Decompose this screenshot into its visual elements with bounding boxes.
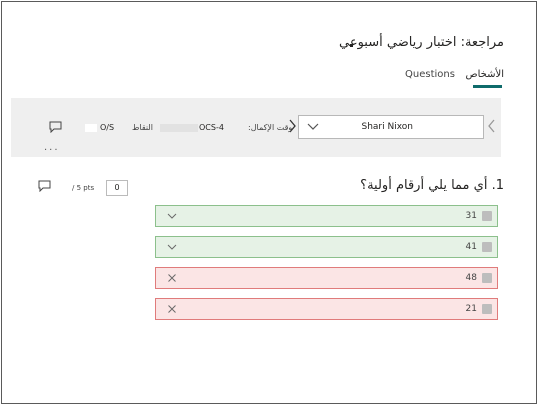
checkbox (482, 273, 492, 283)
x-icon (168, 305, 176, 313)
x-icon (168, 274, 176, 282)
checkbox (482, 304, 492, 314)
question-text: 1. أي مما يلي أرقام أولية؟ (360, 178, 504, 193)
checkbox (482, 242, 492, 252)
respondent-name: Shari Nixon (361, 122, 414, 132)
answer-option: 21 (155, 298, 498, 320)
score-label: النقاط (132, 123, 153, 132)
redacted-score (85, 124, 97, 132)
check-icon (167, 244, 177, 250)
chevron-left-icon (488, 119, 495, 133)
check-icon (167, 213, 177, 219)
redacted-value (160, 124, 198, 132)
answer-option: 41 (155, 236, 498, 258)
page-title: مراجعة: اختبار رياضي أسبوعي (338, 35, 504, 50)
app-frame (1, 1, 537, 404)
completion-time-value: OCS-4 (199, 123, 224, 132)
comment-icon[interactable] (38, 180, 51, 192)
answer-option: 48 (155, 267, 498, 289)
tab-questions[interactable]: Questions (405, 69, 455, 80)
more-options-button[interactable]: ... (44, 142, 60, 153)
comment-icon[interactable] (49, 121, 62, 133)
active-tab-indicator (473, 85, 502, 88)
option-label: 21 (465, 304, 477, 314)
completion-time-label: وقت الإكمال: (248, 123, 293, 132)
tab-people[interactable]: الأشخاص (466, 69, 504, 80)
respondent-select[interactable]: Shari Nixon (298, 115, 484, 139)
decorative-dot (350, 44, 353, 47)
points-input[interactable]: 0 (106, 180, 128, 196)
score-value: O/S (100, 123, 115, 132)
option-label: 48 (465, 273, 477, 283)
points-suffix: / 5 pts (72, 184, 95, 192)
previous-respondent-button[interactable] (487, 118, 497, 134)
option-label: 41 (465, 242, 477, 252)
checkbox (482, 211, 492, 221)
answer-option: 31 (155, 205, 498, 227)
chevron-down-icon (307, 123, 319, 130)
option-label: 31 (465, 211, 477, 221)
